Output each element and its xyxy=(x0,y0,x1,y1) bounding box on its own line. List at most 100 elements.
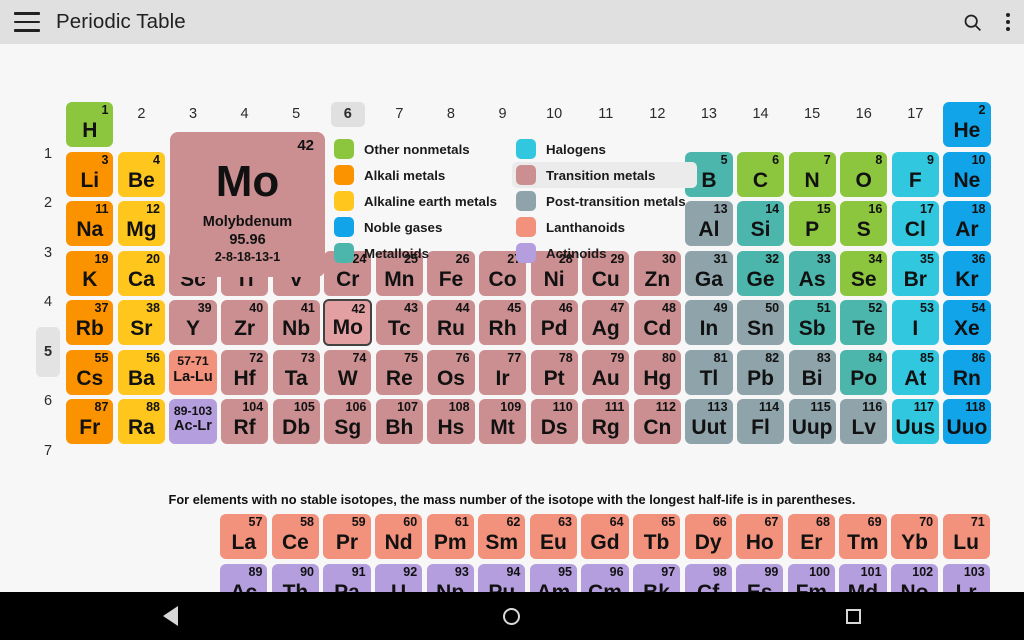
element-cell-Ca[interactable]: 20 Ca xyxy=(117,250,165,296)
element-cell-Tm[interactable]: 69 Tm xyxy=(839,514,887,560)
element-cell-Cs[interactable]: 55 Cs xyxy=(66,349,114,395)
element-cell-Ru[interactable]: 44 Ru xyxy=(427,300,475,346)
element-cell-Pr[interactable]: 59 Pr xyxy=(323,514,371,560)
element-cell-Pd[interactable]: 46 Pd xyxy=(530,300,578,346)
element-cell-Uuo[interactable]: 118 Uuo xyxy=(943,399,991,445)
element-cell-P[interactable]: 15 P xyxy=(788,201,836,247)
element-cell-Mo[interactable]: 42 Mo xyxy=(323,299,373,347)
element-cell-Mg[interactable]: 12 Mg xyxy=(117,201,165,247)
element-cell-Ra[interactable]: 88 Ra xyxy=(117,399,165,445)
element-cell-Ds[interactable]: 110 Ds xyxy=(530,399,578,445)
legend-item-other-nonmetals[interactable]: Other nonmetals xyxy=(330,136,512,162)
element-cell-H[interactable]: 1H xyxy=(66,102,114,148)
element-cell-Cd[interactable]: 48 Cd xyxy=(633,300,681,346)
element-cell-Re[interactable]: 75 Re xyxy=(375,349,423,395)
element-cell-Rh[interactable]: 45 Rh xyxy=(478,300,527,346)
element-cell-Uup[interactable]: 115 Uup xyxy=(788,399,836,445)
legend-item-transition-metals[interactable]: Transition metals xyxy=(512,162,697,188)
period-header-2[interactable]: 2 xyxy=(36,179,60,229)
element-cell-Sg[interactable]: 106 Sg xyxy=(324,399,372,445)
element-cell-Se[interactable]: 34 Se xyxy=(840,250,888,296)
element-cell-N[interactable]: 7N xyxy=(788,151,836,197)
element-cell-Te[interactable]: 52 Te xyxy=(840,300,888,346)
element-cell-Ba[interactable]: 56 Ba xyxy=(117,349,165,395)
more-vertical-icon[interactable] xyxy=(1005,12,1010,32)
element-cell-Gd[interactable]: 64 Gd xyxy=(581,514,629,560)
element-cell-Ge[interactable]: 32 Ge xyxy=(736,250,785,296)
period-header-3[interactable]: 3 xyxy=(36,228,60,278)
element-cell-S[interactable]: 16 S xyxy=(840,201,888,247)
element-cell-Zr[interactable]: 40 Zr xyxy=(220,300,269,346)
element-cell-Na[interactable]: 11 Na xyxy=(66,201,114,247)
period-header-4[interactable]: 4 xyxy=(36,278,60,328)
element-cell-Uus[interactable]: 117 Uus xyxy=(891,399,939,445)
element-cell-As[interactable]: 33 As xyxy=(788,250,836,296)
element-cell-La-Lu[interactable]: 57-71 La-Lu xyxy=(169,349,217,395)
element-cell-Ar[interactable]: 18 Ar xyxy=(943,201,991,247)
element-cell-Hg[interactable]: 80 Hg xyxy=(633,349,681,395)
recents-icon[interactable] xyxy=(808,592,898,640)
element-cell-Ir[interactable]: 77 Ir xyxy=(478,349,527,395)
element-cell-Mt[interactable]: 109 Mt xyxy=(478,399,527,445)
element-cell-Rf[interactable]: 104 Rf xyxy=(220,399,269,445)
element-cell-I[interactable]: 53 I xyxy=(891,300,939,346)
home-icon[interactable] xyxy=(467,592,557,640)
element-cell-Be[interactable]: 4 Be xyxy=(117,151,165,197)
element-cell-Lv[interactable]: 116 Lv xyxy=(840,399,888,445)
element-cell-Cn[interactable]: 112 Cn xyxy=(633,399,681,445)
element-cell-Eu[interactable]: 63 Eu xyxy=(529,514,577,560)
element-cell-O[interactable]: 8O xyxy=(840,151,888,197)
element-cell-Pm[interactable]: 61 Pm xyxy=(426,514,474,560)
element-cell-Br[interactable]: 35 Br xyxy=(891,250,939,296)
element-cell-Xe[interactable]: 54 Xe xyxy=(943,300,991,346)
element-cell-Tc[interactable]: 43 Tc xyxy=(375,300,423,346)
element-cell-Sr[interactable]: 38 Sr xyxy=(117,300,165,346)
element-cell-Po[interactable]: 84 Po xyxy=(840,349,888,395)
element-cell-Sb[interactable]: 51 Sb xyxy=(788,300,836,346)
element-cell-Dy[interactable]: 66 Dy xyxy=(684,514,732,560)
element-cell-Uut[interactable]: 113 Uut xyxy=(685,399,733,445)
legend-item-post-transition-metals[interactable]: Post-transition metals xyxy=(512,188,697,214)
element-cell-Ho[interactable]: 67 Ho xyxy=(736,514,784,560)
element-detail-card[interactable]: 42 Mo Molybdenum 95.96 2-8-18-13-1 xyxy=(170,132,325,277)
element-cell-Bh[interactable]: 107 Bh xyxy=(375,399,423,445)
element-cell-Sm[interactable]: 62 Sm xyxy=(478,514,526,560)
period-header-6[interactable]: 6 xyxy=(36,377,60,427)
element-cell-Yb[interactable]: 70 Yb xyxy=(890,514,939,560)
element-cell-Kr[interactable]: 36 Kr xyxy=(943,250,991,296)
legend-item-actinoids[interactable]: Actinoids xyxy=(512,240,697,266)
element-cell-Db[interactable]: 105 Db xyxy=(272,399,320,445)
element-cell-Nb[interactable]: 41 Nb xyxy=(272,300,320,346)
legend-item-alkali-metals[interactable]: Alkali metals xyxy=(330,162,512,188)
element-cell-Bi[interactable]: 83 Bi xyxy=(788,349,836,395)
element-cell-Sn[interactable]: 50 Sn xyxy=(736,300,785,346)
element-cell-Hs[interactable]: 108 Hs xyxy=(427,399,475,445)
element-cell-Ag[interactable]: 47 Ag xyxy=(582,300,630,346)
period-header-5[interactable]: 5 xyxy=(36,327,60,377)
element-cell-Ne[interactable]: 10 Ne xyxy=(943,151,991,197)
element-cell-La[interactable]: 57 La xyxy=(220,514,268,560)
legend-item-alkaline-earth-metals[interactable]: Alkaline earth metals xyxy=(330,188,512,214)
legend-item-metalloids[interactable]: Metalloids xyxy=(330,240,512,266)
element-cell-C[interactable]: 6C xyxy=(736,151,785,197)
element-cell-F[interactable]: 9F xyxy=(891,151,939,197)
element-cell-Si[interactable]: 14 Si xyxy=(736,201,785,247)
element-cell-Fr[interactable]: 87 Fr xyxy=(66,399,114,445)
element-cell-Tl[interactable]: 81 Tl xyxy=(685,349,733,395)
legend-item-noble-gases[interactable]: Noble gases xyxy=(330,214,512,240)
element-cell-Hf[interactable]: 72 Hf xyxy=(220,349,269,395)
element-cell-Rb[interactable]: 37 Rb xyxy=(66,300,114,346)
element-cell-Lu[interactable]: 71 Lu xyxy=(942,514,990,560)
legend-item-halogens[interactable]: Halogens xyxy=(512,136,697,162)
element-cell-Er[interactable]: 68 Er xyxy=(787,514,835,560)
element-cell-Ce[interactable]: 58 Ce xyxy=(271,514,319,560)
period-header-1[interactable]: 1 xyxy=(36,129,60,179)
element-cell-Y[interactable]: 39 Y xyxy=(169,300,217,346)
legend-item-lanthanoids[interactable]: Lanthanoids xyxy=(512,214,697,240)
element-cell-Ta[interactable]: 73 Ta xyxy=(272,349,320,395)
hamburger-icon[interactable] xyxy=(14,12,40,32)
element-cell-Pb[interactable]: 82 Pb xyxy=(736,349,785,395)
period-header-7[interactable]: 7 xyxy=(36,426,60,476)
element-cell-K[interactable]: 19 K xyxy=(66,250,114,296)
search-icon[interactable] xyxy=(962,12,983,33)
